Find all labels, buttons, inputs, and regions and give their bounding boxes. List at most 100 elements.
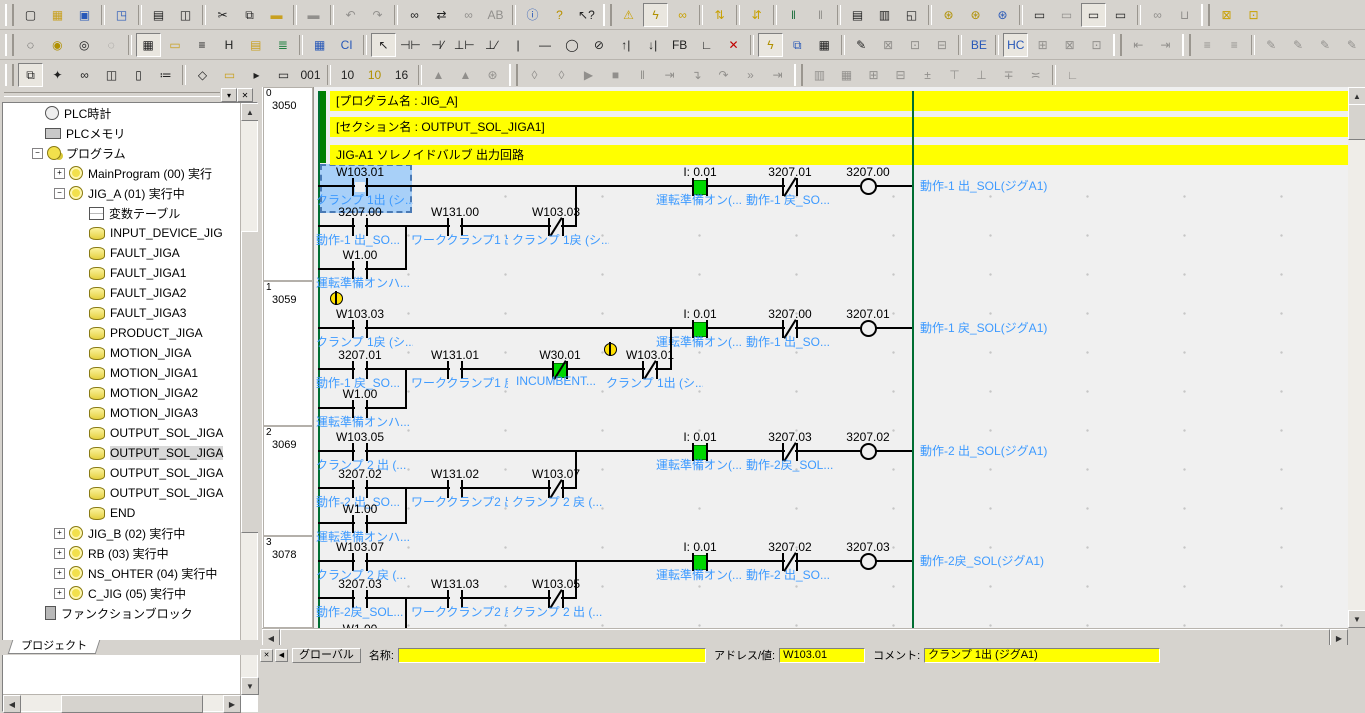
tree-item-fault_jiga[interactable]: FAULT_JIGA xyxy=(3,243,240,263)
ladder-horizontal-scrollbar[interactable]: ◀ ▶ xyxy=(262,628,1348,646)
tree-scroll-down[interactable]: ▼ xyxy=(241,677,259,695)
dock-close-button[interactable]: ✕ xyxy=(237,88,253,102)
contact-no[interactable] xyxy=(690,177,710,197)
watch-box-icon[interactable]: ◫ xyxy=(99,63,124,87)
collapse-icon[interactable]: − xyxy=(54,188,65,199)
address-reference-icon[interactable]: ⇄ xyxy=(429,3,454,27)
contact-no[interactable] xyxy=(350,479,370,499)
contact-no[interactable] xyxy=(350,360,370,380)
output-coil[interactable] xyxy=(860,178,877,195)
contact-no[interactable] xyxy=(690,319,710,339)
print-icon[interactable]: ▤ xyxy=(146,3,171,27)
cross-reference-icon[interactable]: ∞ xyxy=(72,63,97,87)
mode-program-icon[interactable]: ▭ xyxy=(1027,3,1052,27)
toolbar-handle[interactable] xyxy=(794,64,803,86)
global-tab[interactable]: グローバル xyxy=(292,648,361,663)
tree-item-jig_b-02-[interactable]: +JIG_B (02) 実行中 xyxy=(3,523,240,543)
contact-nc[interactable] xyxy=(780,177,800,197)
tree-item-rb-03-[interactable]: +RB (03) 実行中 xyxy=(3,543,240,563)
copy-icon[interactable]: ⧉ xyxy=(237,3,262,27)
tree-item-jig_a-01-[interactable]: −JIG_A (01) 実行中 xyxy=(3,183,240,203)
coil-tool-icon[interactable]: ◯ xyxy=(560,33,585,57)
cut-icon[interactable]: ✂ xyxy=(210,3,235,27)
toolbar-handle[interactable] xyxy=(5,64,14,86)
tree-item-motion_jiga1[interactable]: MOTION_JIGA1 xyxy=(3,363,240,383)
watch-window-icon[interactable]: HC xyxy=(1003,33,1028,57)
interlock-tool-icon[interactable]: ∟ xyxy=(694,33,719,57)
toolbar-handle[interactable] xyxy=(1113,34,1122,56)
transfer-section-icon[interactable]: ▤ xyxy=(845,3,870,27)
tree-item-motion_jiga3[interactable]: MOTION_JIGA3 xyxy=(3,403,240,423)
ladder-editor[interactable]: [プログラム名 : JIG_A] [セクション名 : OUTPUT_SOL_JI… xyxy=(262,87,1348,628)
toolbar-handle[interactable] xyxy=(603,4,612,26)
contact-nc[interactable] xyxy=(546,589,566,609)
coil-nc-tool-icon[interactable]: ⊘ xyxy=(586,33,611,57)
instruction-tool-icon[interactable]: FB xyxy=(667,33,692,57)
dialog-box-icon[interactable]: ▭ xyxy=(271,63,296,87)
tree-scroll-up[interactable]: ▲ xyxy=(241,103,259,121)
expand-icon[interactable]: + xyxy=(54,548,65,559)
rung-margin-cell[interactable] xyxy=(263,87,313,281)
contact-nc[interactable] xyxy=(546,479,566,499)
rung-comment-toggle-icon[interactable]: ▭ xyxy=(163,33,188,57)
tree-item-fault_jiga2[interactable]: FAULT_JIGA2 xyxy=(3,283,240,303)
contact-no[interactable] xyxy=(350,552,370,572)
bar-back-button[interactable]: ◀ xyxy=(275,649,288,662)
plc-info-icon[interactable]: ⓘ xyxy=(520,3,545,27)
contact-nc[interactable] xyxy=(640,360,660,380)
add-section-icon[interactable]: ▥ xyxy=(872,3,897,27)
expand-icon[interactable]: + xyxy=(54,568,65,579)
collapse-icon[interactable]: − xyxy=(32,148,43,159)
pause-monitoring-icon[interactable]: ‖ xyxy=(781,3,806,27)
output-window-icon[interactable]: ✦ xyxy=(45,63,70,87)
tree-item-output_sol_jiga[interactable]: OUTPUT_SOL_JIGA xyxy=(3,443,240,463)
tree-hscroll-thumb[interactable] xyxy=(61,695,203,713)
tree-item-plc-[interactable]: PLC時計 xyxy=(3,103,240,123)
force-set-icon[interactable]: ⊠ xyxy=(1214,3,1239,27)
contact-no[interactable] xyxy=(350,319,370,339)
tree-item--[interactable]: −プログラム xyxy=(3,143,240,163)
contact-no[interactable] xyxy=(350,514,370,534)
local-window-icon[interactable]: ▯ xyxy=(126,63,151,87)
output-coil[interactable] xyxy=(860,320,877,337)
diff-view-icon[interactable]: ◇ xyxy=(190,63,215,87)
zoom-in-icon[interactable]: ◉ xyxy=(45,33,70,57)
tree-item-ns_ohter-04-[interactable]: +NS_OHTER (04) 実行中 xyxy=(3,563,240,583)
contact-no[interactable] xyxy=(350,260,370,280)
address-reference-tool-icon[interactable]: BE xyxy=(966,33,991,57)
dock-handle[interactable] xyxy=(4,92,220,97)
address-increment-copy-icon[interactable]: ▦ xyxy=(307,33,332,57)
edit-rung-icon[interactable]: ✎ xyxy=(849,33,874,57)
tree-item-c_jig-05-[interactable]: +C_JIG (05) 実行中 xyxy=(3,583,240,603)
differentiate-down-tool-icon[interactable]: ↓| xyxy=(640,33,665,57)
contact-no[interactable] xyxy=(350,217,370,237)
program-section-list-icon[interactable]: ≣ xyxy=(270,33,295,57)
tree-scroll-thumb[interactable] xyxy=(241,231,259,533)
toolbar-handle[interactable] xyxy=(5,4,14,26)
contact-no[interactable] xyxy=(350,442,370,462)
work-online-icon[interactable]: ⚠ xyxy=(616,3,641,27)
transfer-to-plc-icon[interactable]: ⇵ xyxy=(744,3,769,27)
tree-item-fault_jiga3[interactable]: FAULT_JIGA3 xyxy=(3,303,240,323)
tree-item-product_jiga[interactable]: PRODUCT_JIGA xyxy=(3,323,240,343)
tree-item-output_sol_jiga[interactable]: OUTPUT_SOL_JIGA xyxy=(3,463,240,483)
expand-icon[interactable]: + xyxy=(54,528,65,539)
contact-no[interactable] xyxy=(445,589,465,609)
tree-vertical-scrollbar[interactable]: ▲ ▼ xyxy=(240,103,257,695)
monitor-icon[interactable]: ϟ xyxy=(643,3,668,27)
toolbar-handle[interactable] xyxy=(509,64,518,86)
horizontal-line-tool-icon[interactable]: — xyxy=(533,33,558,57)
address-value-field[interactable]: W103.01 xyxy=(779,648,865,663)
contact-no[interactable] xyxy=(690,552,710,572)
contact-nc[interactable] xyxy=(780,442,800,462)
online-edit-send-icon[interactable]: ⊛ xyxy=(963,3,988,27)
online-edit-cancel-icon[interactable]: ⊛ xyxy=(990,3,1015,27)
delete-tool-icon[interactable]: ✕ xyxy=(721,33,746,57)
paste-icon[interactable]: ▬ xyxy=(264,3,289,27)
tree-item-motion_jiga2[interactable]: MOTION_JIGA2 xyxy=(3,383,240,403)
tree-item-plc-[interactable]: PLCメモリ xyxy=(3,123,240,143)
display-decimal-icon[interactable]: 10 xyxy=(335,63,360,87)
zoom-out-icon[interactable]: ◎ xyxy=(72,33,97,57)
display-hex-icon[interactable]: 16 xyxy=(389,63,414,87)
force-release-icon[interactable]: ⊡ xyxy=(1241,3,1266,27)
